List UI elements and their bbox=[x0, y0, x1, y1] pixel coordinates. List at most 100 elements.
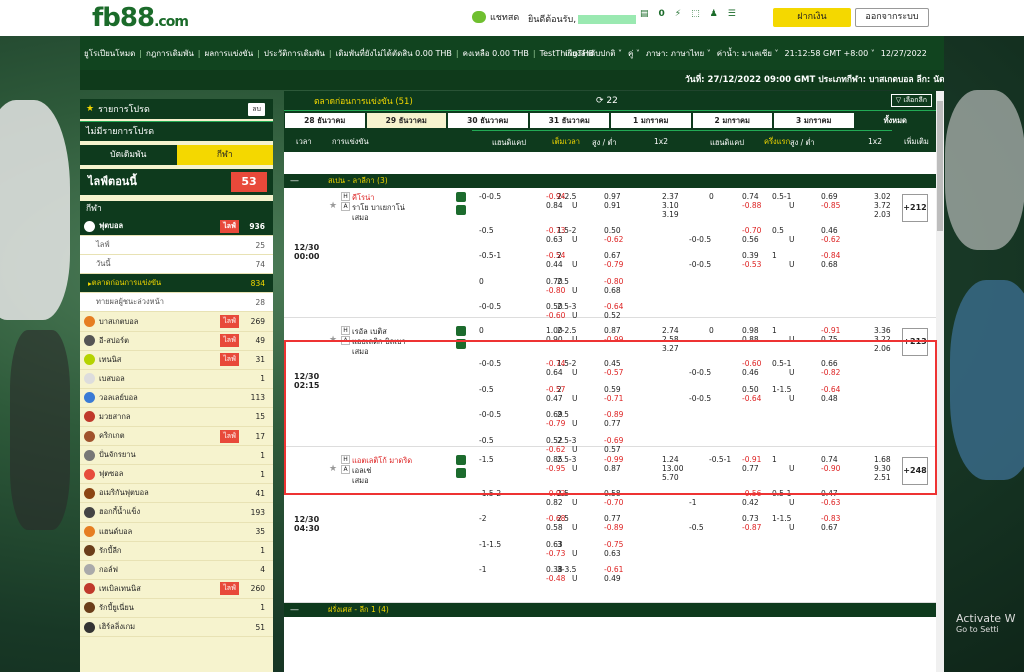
sport-row[interactable]: เทเบิลเทนนิส ไลฟ์ 260 bbox=[80, 580, 273, 599]
sport-row[interactable]: วันนี้ 74 bbox=[80, 255, 273, 275]
half-ou-under[interactable]: -0.85 bbox=[821, 201, 840, 210]
language-select[interactable]: ภาษา: ภาษาไทย ˅ bbox=[646, 47, 711, 60]
ou-odds-under[interactable]: 0.68 bbox=[604, 286, 621, 295]
odds-1x2[interactable]: 3.19 bbox=[662, 210, 679, 219]
stats-icon[interactable] bbox=[456, 192, 466, 202]
half-ou-under[interactable]: 0.68 bbox=[821, 260, 838, 269]
tab-betslip[interactable]: บัตเดิมพัน bbox=[80, 145, 177, 165]
favorites-clear-button[interactable]: ลบ bbox=[248, 102, 265, 116]
hdp-odds-away[interactable]: -0.48 bbox=[546, 574, 565, 583]
date-tab[interactable]: 1 มกราคม bbox=[611, 113, 691, 128]
tab-sports[interactable]: กีฬา bbox=[176, 145, 273, 165]
odds-1x2[interactable]: 3.10 bbox=[662, 201, 679, 210]
odds-1x2-half[interactable]: 3.02 bbox=[874, 192, 891, 201]
date-tab[interactable]: ทั้งหมด bbox=[855, 113, 935, 128]
sport-row[interactable]: ฮอกกี้น้ำแข็ง 193 bbox=[80, 503, 273, 523]
sport-row[interactable]: มวยสากล 15 bbox=[80, 408, 273, 428]
league-row-2[interactable]: — ฝรั่งเศส - ลีก 1 (4) bbox=[284, 602, 936, 617]
sport-row[interactable]: คริกเกต ไลฟ์ 17 bbox=[80, 427, 273, 447]
half-hdp-away[interactable]: -0.88 bbox=[742, 201, 761, 210]
sport-row[interactable]: แฮนด์บอล 35 bbox=[80, 523, 273, 542]
pick-league-button[interactable]: ▽ เลือกลีก bbox=[890, 94, 932, 107]
half-ou-over[interactable]: -0.84 bbox=[821, 251, 840, 260]
odds-scrollbar[interactable] bbox=[936, 91, 944, 672]
user-icon[interactable]: ♟ bbox=[710, 9, 718, 19]
hdp-odds-away[interactable]: -0.80 bbox=[546, 286, 565, 295]
collapse-icon[interactable]: — bbox=[290, 174, 299, 188]
ou-odds-under[interactable]: -0.70 bbox=[604, 498, 623, 507]
sort-select[interactable]: เรียงลำดับปกติ ˅ bbox=[565, 47, 622, 60]
ou-odds-over[interactable]: -0.64 bbox=[604, 302, 623, 311]
hdp-odds-away[interactable]: 0.82 bbox=[546, 498, 563, 507]
date-tab[interactable]: 28 ธันวาคม bbox=[285, 113, 365, 128]
ou-odds-under[interactable]: -0.62 bbox=[604, 235, 623, 244]
sport-row[interactable]: อี-สปอร์ต ไลฟ์ 49 bbox=[80, 332, 273, 351]
transfer-icon[interactable]: ⚡ bbox=[675, 9, 681, 19]
collapse-icon[interactable]: — bbox=[290, 603, 299, 617]
promo-icon[interactable]: ⬚ bbox=[691, 9, 700, 19]
scrollbar-thumb[interactable] bbox=[937, 101, 943, 231]
hdp-odds-away[interactable]: -0.73 bbox=[546, 549, 565, 558]
ou-odds-over[interactable]: -0.61 bbox=[604, 565, 623, 574]
logout-button[interactable]: ออกจากระบบ bbox=[855, 8, 929, 27]
half-ou-over[interactable]: -0.91 bbox=[821, 326, 840, 335]
ou-odds-under[interactable]: 0.91 bbox=[604, 201, 621, 210]
sport-row[interactable]: รักบี้ยูเนี่ยน 1 bbox=[80, 599, 273, 618]
half-ou-over[interactable]: -0.83 bbox=[821, 514, 840, 523]
sport-row[interactable]: ปั่นจักรยาน 1 bbox=[80, 446, 273, 466]
hdp-odds-away[interactable]: 0.58 bbox=[546, 523, 563, 532]
hdp-odds-home[interactable]: -0.54 bbox=[546, 251, 565, 260]
sport-row[interactable]: รักบี้ลีก 1 bbox=[80, 542, 273, 561]
date-tab[interactable]: 30 ธันวาคม bbox=[448, 113, 528, 128]
odds-1x2[interactable]: 2.37 bbox=[662, 192, 679, 201]
stream-icon[interactable] bbox=[456, 205, 466, 215]
sport-row[interactable]: กอล์ฟ 4 bbox=[80, 561, 273, 580]
nav-history[interactable]: ประวัติการเดิมพัน bbox=[260, 47, 329, 60]
wallet-icon[interactable]: ▤ bbox=[640, 9, 649, 19]
half-hdp-away[interactable]: 0.42 bbox=[742, 498, 759, 507]
half-hdp-home[interactable]: 0.74 bbox=[742, 192, 759, 201]
menu-list-icon[interactable]: ☰ bbox=[728, 9, 736, 19]
sport-row[interactable]: ฟุตซอล 1 bbox=[80, 465, 273, 485]
ou-odds-under[interactable]: 0.63 bbox=[604, 549, 621, 558]
nav-unsettled[interactable]: เดิมพันที่ยังไม่ได้ตัดสิน 0.00 THB bbox=[332, 47, 456, 60]
sport-row[interactable]: เบสบอล 1 bbox=[80, 370, 273, 389]
half-ou-under[interactable]: 0.67 bbox=[821, 523, 838, 532]
hdp-odds-away[interactable]: 0.44 bbox=[546, 260, 563, 269]
nav-european-mode[interactable]: ยูโรเปียนโหมด bbox=[80, 47, 139, 60]
half-hdp-home[interactable]: -0.70 bbox=[742, 226, 761, 235]
half-hdp-away[interactable]: -0.87 bbox=[742, 523, 761, 532]
live-now-bar[interactable]: ไลฟ์ตอนนี้ 53 bbox=[80, 169, 273, 195]
half-hdp-away[interactable]: 0.56 bbox=[742, 235, 759, 244]
fb88-logo[interactable]: fb88.com bbox=[92, 3, 189, 33]
half-hdp-away[interactable]: -0.53 bbox=[742, 260, 761, 269]
live-chat-link[interactable]: แชทสด bbox=[472, 10, 519, 24]
sport-row[interactable]: ▸ ตลาดก่อนการแข่งขัน 834 bbox=[80, 274, 273, 294]
favorite-star-icon[interactable]: ★ bbox=[329, 201, 337, 211]
stats-icon[interactable] bbox=[456, 325, 466, 336]
ou-odds-over[interactable]: 0.87 bbox=[604, 326, 621, 335]
odds-1x2-half[interactable]: 2.03 bbox=[874, 210, 891, 219]
ou-odds-under[interactable]: -0.79 bbox=[604, 260, 623, 269]
ou-odds-over[interactable]: 0.97 bbox=[604, 192, 621, 201]
half-hdp-home[interactable]: 0.98 bbox=[742, 326, 759, 335]
date-tab[interactable]: 29 ธันวาคม bbox=[366, 113, 446, 128]
deposit-button[interactable]: ฝากเงิน bbox=[773, 8, 851, 27]
date-tab[interactable]: 3 มกราคม bbox=[774, 113, 854, 128]
ou-odds-over[interactable]: 0.50 bbox=[604, 226, 621, 235]
odds-1x2-half[interactable]: 3.72 bbox=[874, 201, 891, 210]
pair-select[interactable]: คู่ ˅ bbox=[628, 47, 640, 60]
odds-type-select[interactable]: ค่าน้ำ: มาเลเซีย ˅ bbox=[717, 47, 779, 60]
odds-1x2-half[interactable]: 3.36 bbox=[874, 326, 891, 335]
clock-select[interactable]: 21:12:58 GMT +8:00 ˅ bbox=[785, 49, 875, 58]
more-bets-button[interactable]: +212 bbox=[902, 194, 928, 222]
ou-odds-under[interactable]: -0.89 bbox=[604, 523, 623, 532]
ou-odds-under[interactable]: 0.49 bbox=[604, 574, 621, 583]
ou-odds-over[interactable]: -0.75 bbox=[604, 540, 623, 549]
ou-odds-over[interactable]: 0.67 bbox=[604, 251, 621, 260]
sport-row[interactable]: บาสเกตบอล ไลฟ์ 269 bbox=[80, 312, 273, 332]
half-hdp-home[interactable]: 0.39 bbox=[742, 251, 759, 260]
half-ou-under[interactable]: -0.62 bbox=[821, 235, 840, 244]
half-ou-under[interactable]: -0.63 bbox=[821, 498, 840, 507]
nav-results[interactable]: ผลการแข่งขัน bbox=[201, 47, 258, 60]
